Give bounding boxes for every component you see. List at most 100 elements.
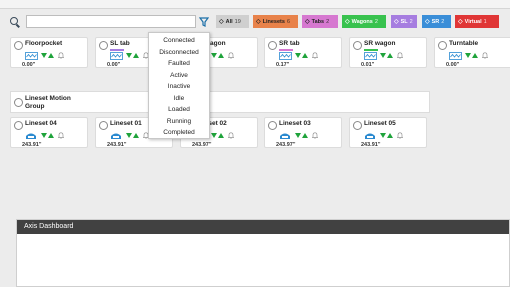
down-arrow-icon: [380, 133, 386, 138]
card-title: Lineset 03: [279, 120, 311, 127]
up-arrow-icon: [218, 133, 224, 138]
position-value: 0.00": [107, 62, 121, 68]
filter-chip-tabs[interactable]: ◇ Tabs 2: [302, 15, 338, 28]
dropdown-item-idle[interactable]: Idle: [149, 93, 209, 105]
filter-chip-sr[interactable]: ◇ SR 2: [422, 15, 451, 28]
card-radio[interactable]: [438, 41, 447, 50]
position-value: 243.91": [361, 142, 381, 148]
waveform-icon: [110, 52, 123, 60]
filter-button[interactable]: [197, 14, 211, 29]
chip-label: Linesets: [262, 18, 285, 25]
search-icon: [10, 17, 18, 25]
search-input[interactable]: [26, 15, 196, 28]
hoist-icon: [365, 133, 375, 139]
down-arrow-icon: [211, 133, 217, 138]
up-arrow-icon: [48, 133, 54, 138]
card-title: Lineset 04: [25, 120, 57, 127]
card-radio[interactable]: [99, 121, 108, 130]
dropdown-item-connected[interactable]: Connected: [149, 35, 209, 47]
chip-label: SL: [400, 18, 408, 25]
card-title: SR wagon: [364, 40, 396, 47]
chip-count: 2: [441, 18, 445, 25]
card-title: SL tab: [110, 40, 130, 47]
down-arrow-icon: [41, 133, 47, 138]
panel-title: Axis Dashboard: [17, 220, 509, 234]
category-bar: [110, 49, 124, 51]
up-arrow-icon: [302, 53, 308, 58]
lineset-motion-group[interactable]: Lineset Motion Group: [10, 91, 430, 113]
filter-chip-linesets[interactable]: ◇ Linesets 6: [253, 15, 298, 28]
bell-icon: [312, 132, 318, 139]
chip-count: 6: [286, 18, 291, 25]
bell-icon: [58, 132, 64, 139]
chip-label: All: [225, 18, 233, 25]
axis-card-turntable[interactable]: Turntable 0.00": [434, 37, 510, 68]
dropdown-item-inactive[interactable]: Inactive: [149, 81, 209, 93]
down-arrow-icon: [465, 53, 471, 58]
down-arrow-icon: [295, 53, 301, 58]
position-value: 0.01": [361, 62, 375, 68]
filter-chip-sl[interactable]: ◇ SL 2: [391, 15, 417, 28]
bell-icon: [482, 52, 488, 59]
bell-icon: [397, 132, 403, 139]
position-value: 0.17": [276, 62, 290, 68]
waveform-icon: [25, 52, 38, 60]
tag-icon: ◇: [425, 19, 430, 25]
card-title: Lineset 01: [110, 120, 142, 127]
up-arrow-icon: [48, 53, 54, 58]
chip-count: 2: [409, 18, 413, 25]
waveform-icon: [279, 52, 292, 60]
filter-chip-all[interactable]: ◇ All 19: [216, 15, 249, 28]
tag-icon: ◇: [458, 19, 463, 25]
axis-card-lineset-05[interactable]: Lineset 05 243.91": [349, 117, 427, 148]
card-radio[interactable]: [268, 41, 277, 50]
tag-icon: ◇: [219, 19, 224, 25]
position-value: 243.91": [22, 142, 42, 148]
up-arrow-icon: [387, 133, 393, 138]
dropdown-item-loaded[interactable]: Loaded: [149, 104, 209, 116]
axis-card-sr-tab[interactable]: SR tab 0.17": [264, 37, 342, 68]
axis-dashboard-panel: Axis Dashboard: [16, 219, 510, 287]
up-arrow-icon: [218, 53, 224, 58]
bell-icon: [228, 52, 234, 59]
card-title: Lineset 05: [364, 120, 396, 127]
dropdown-item-faulted[interactable]: Faulted: [149, 58, 209, 70]
waveform-icon: [449, 52, 462, 60]
card-radio[interactable]: [99, 41, 108, 50]
card-radio[interactable]: [353, 41, 362, 50]
bell-icon: [397, 52, 403, 59]
down-arrow-icon: [295, 133, 301, 138]
bell-icon: [312, 52, 318, 59]
card-radio[interactable]: [353, 121, 362, 130]
axis-card-floorpocket[interactable]: Floorpocket 0.00": [10, 37, 88, 68]
chip-count: 1: [483, 18, 487, 25]
chip-label: SR: [431, 18, 440, 25]
up-arrow-icon: [387, 53, 393, 58]
bell-icon: [58, 52, 64, 59]
card-radio[interactable]: [268, 121, 277, 130]
hoist-icon: [26, 133, 36, 139]
filter-chip-virtual[interactable]: ◇ Virtual 1: [455, 15, 499, 28]
filter-icon: [199, 16, 209, 27]
dropdown-item-disconnected[interactable]: Disconnected: [149, 47, 209, 59]
axis-card-sr-wagon[interactable]: SR wagon 0.01": [349, 37, 427, 68]
chip-label: Wagons: [351, 18, 373, 25]
position-value: 243.97": [276, 142, 296, 148]
chip-count: 19: [234, 18, 241, 25]
axis-card-lineset-03[interactable]: Lineset 03 243.97": [264, 117, 342, 148]
tag-icon: ◇: [345, 19, 350, 25]
position-value: 0.00": [446, 62, 460, 68]
group-title: Lineset Motion Group: [25, 95, 71, 110]
filter-chip-wagons[interactable]: ◇ Wagons 2: [342, 15, 386, 28]
chip-count: 2: [326, 18, 330, 25]
card-radio[interactable]: [14, 41, 23, 50]
axis-card-lineset-04[interactable]: Lineset 04 243.91": [10, 117, 88, 148]
card-title: Turntable: [449, 40, 479, 47]
group-radio[interactable]: [14, 98, 23, 107]
dropdown-item-active[interactable]: Active: [149, 70, 209, 82]
tag-icon: ◇: [256, 19, 261, 25]
down-arrow-icon: [41, 53, 47, 58]
dropdown-item-running[interactable]: Running: [149, 116, 209, 128]
dropdown-item-completed[interactable]: Completed: [149, 127, 209, 139]
card-radio[interactable]: [14, 121, 23, 130]
